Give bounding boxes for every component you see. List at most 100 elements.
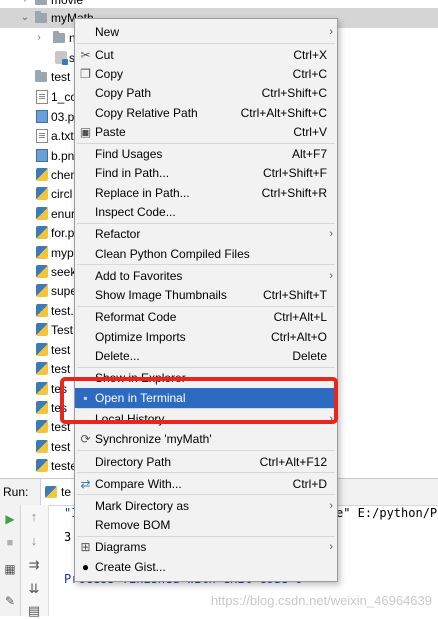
menu-item-show-image-thumbnails[interactable]: Show Image Thumbnails Ctrl+Shift+T (75, 285, 337, 305)
python-file-icon (36, 420, 48, 433)
chevron-down-icon[interactable]: ⌄ (20, 13, 30, 23)
menu-item-shortcut: Ctrl+Alt+Shift+C (240, 106, 327, 120)
layout-icon[interactable]: ▦ (2, 561, 18, 577)
python-file-icon (36, 323, 48, 336)
menu-separator (77, 43, 335, 44)
menu-item-copy-relative-path[interactable]: Copy Relative Path Ctrl+Alt+Shift+C (75, 103, 337, 123)
python-file-icon (36, 168, 48, 181)
menu-item-copy-path[interactable]: Copy Path Ctrl+Shift+C (75, 83, 337, 103)
menu-item-shortcut: Ctrl+Shift+R (261, 186, 327, 200)
menu-item-label: Clean Python Compiled Files (95, 247, 250, 261)
menu-item-clean-python-compiled[interactable]: Clean Python Compiled Files (75, 244, 337, 264)
python-init-icon (55, 51, 68, 65)
tree-item-label: test (51, 440, 71, 454)
python-file-icon (36, 207, 48, 220)
annotation-highlight-box (60, 377, 338, 424)
menu-item-cut[interactable]: ✂ Cut Ctrl+X (75, 45, 337, 65)
run-tab-label: te (61, 485, 72, 499)
python-file-icon (36, 226, 48, 239)
menu-item-label: Compare With... (95, 477, 182, 491)
python-file-icon (36, 401, 48, 414)
menu-separator (77, 472, 335, 473)
menu-item-label: Reformat Code (95, 310, 177, 324)
text-file-icon (36, 129, 48, 143)
console-toolbar: ↑ ↓ ⇉ ⇊ ▤ (21, 505, 49, 619)
menu-item-compare-with[interactable]: ⇄ Compare With... Ctrl+D (75, 474, 337, 494)
tree-item-label: circl (51, 187, 73, 201)
menu-item-shortcut: Ctrl+Alt+O (270, 330, 327, 344)
menu-item-replace-in-path[interactable]: Replace in Path... Ctrl+Shift+R (75, 183, 337, 203)
tree-item-label: test (51, 70, 71, 84)
submenu-arrow-icon: › (329, 228, 333, 240)
menu-item-delete[interactable]: Delete... Delete (75, 346, 337, 366)
menu-item-paste[interactable]: ▣ Paste Ctrl+V (75, 122, 337, 142)
menu-item-label: Copy Path (95, 86, 152, 100)
chevron-right-icon[interactable]: › (34, 33, 44, 43)
stop-icon[interactable]: ■ (2, 535, 18, 551)
menu-item-shortcut: Alt+F7 (291, 147, 327, 161)
pin-icon[interactable]: ✎ (2, 593, 18, 609)
console-command-end: e" E:/python/P (336, 506, 438, 520)
menu-item-shortcut: Ctrl+D (292, 477, 327, 491)
menu-item-label: Paste (95, 125, 126, 139)
menu-item-label: Create Gist... (95, 560, 166, 574)
menu-item-reformat-code[interactable]: Reformat Code Ctrl+Alt+L (75, 307, 337, 327)
menu-item-optimize-imports[interactable]: Optimize Imports Ctrl+Alt+O (75, 327, 337, 347)
menu-item-new[interactable]: New › (75, 22, 337, 42)
menu-item-label: Remove BOM (95, 518, 171, 532)
submenu-arrow-icon: › (329, 500, 333, 512)
menu-item-label: Replace in Path... (95, 186, 190, 200)
tree-item-label: enur (51, 207, 76, 221)
print-icon[interactable]: ▤ (26, 603, 42, 619)
menu-item-mark-directory-as[interactable]: Mark Directory as › (75, 496, 337, 516)
menu-item-find-usages[interactable]: Find Usages Alt+F7 (75, 144, 337, 164)
menu-item-label: Delete... (95, 349, 140, 363)
python-file-icon (45, 486, 57, 498)
menu-item-add-to-favorites[interactable]: Add to Favorites › (75, 266, 337, 286)
menu-item-find-in-path[interactable]: Find in Path... Ctrl+Shift+F (75, 163, 337, 183)
folder-icon (35, 11, 47, 23)
diagram-icon: ⊞ (80, 540, 91, 554)
run-icon[interactable]: ▶ (2, 511, 18, 527)
menu-separator (77, 264, 335, 265)
menu-item-remove-bom[interactable]: Remove BOM (75, 515, 337, 535)
scissors-icon: ✂ (80, 48, 91, 62)
menu-item-synchronize[interactable]: ⟳ Synchronize 'myMath' (75, 429, 337, 449)
menu-item-refactor[interactable]: Refactor › (75, 224, 337, 244)
menu-item-label: Add to Favorites (95, 269, 183, 283)
tree-item-label: b.pn (51, 149, 75, 163)
text-file-icon (36, 90, 48, 104)
menu-separator (77, 450, 335, 451)
menu-item-inspect-code[interactable]: Inspect Code... (75, 202, 337, 222)
image-file-icon (36, 110, 48, 123)
scroll-to-end-icon[interactable]: ⇊ (26, 581, 42, 597)
menu-item-create-gist[interactable]: ● Create Gist... (75, 557, 337, 577)
menu-item-diagrams[interactable]: ⊞ Diagrams › (75, 537, 337, 557)
menu-item-label: Find in Path... (95, 166, 170, 180)
tree-item-label: myp (51, 246, 74, 260)
menu-item-label: Copy Relative Path (95, 106, 198, 120)
menu-item-directory-path[interactable]: Directory Path Ctrl+Alt+F12 (75, 452, 337, 472)
folder-icon (35, 0, 47, 5)
menu-item-copy[interactable]: ❐ Copy Ctrl+C (75, 64, 337, 84)
python-file-icon (36, 440, 48, 453)
submenu-arrow-icon: › (329, 270, 333, 282)
python-file-icon (36, 343, 48, 356)
menu-item-label: Cut (95, 48, 114, 62)
tree-item-label: seek (51, 265, 77, 279)
menu-item-label: Find Usages (95, 147, 163, 161)
tree-item-label: for.p (51, 226, 75, 240)
watermark: https://blog.csdn.net/weixin_46964639 (210, 593, 432, 608)
menu-separator (77, 494, 335, 495)
arrow-up-icon[interactable]: ↑ (26, 509, 42, 525)
chevron-right-icon[interactable]: › (20, 0, 30, 5)
python-file-icon (36, 187, 48, 200)
menu-item-shortcut: Ctrl+X (293, 48, 327, 62)
soft-wrap-icon[interactable]: ⇉ (26, 557, 42, 573)
menu-item-shortcut: Ctrl+V (293, 125, 327, 139)
python-file-icon (36, 265, 48, 278)
python-file-icon (36, 246, 48, 259)
menu-item-label: Optimize Imports (95, 330, 186, 344)
arrow-down-icon[interactable]: ↓ (26, 533, 42, 549)
menu-item-label: Show Image Thumbnails (95, 288, 227, 302)
